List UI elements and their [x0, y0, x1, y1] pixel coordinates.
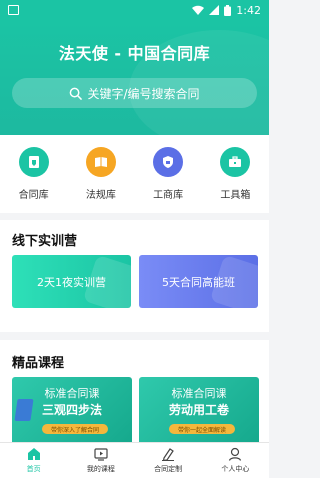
status-time: 1:42 [236, 3, 261, 17]
quick-link-regulations[interactable]: 法规库 [67, 135, 134, 213]
search-input[interactable]: 关键字/编号搜索合同 [12, 78, 257, 108]
signal-icon [209, 5, 220, 15]
quick-link-label: 工具箱 [220, 190, 251, 201]
training-card[interactable]: 5天合同高能班 [139, 255, 258, 308]
tab-contract-custom[interactable]: 合同定制 [135, 443, 202, 478]
book-icon [85, 147, 116, 177]
course-card[interactable]: 标准合同课 劳动用工卷 带你一起全面解读 [139, 377, 259, 442]
training-section: 线下实训营 2天1夜实训营 5天合同高能班 [0, 220, 269, 332]
course-tag: 带你一起全面解读 [169, 424, 235, 434]
toolbox-icon [220, 147, 251, 177]
course-card[interactable]: 标准合同课 三观四步法 带你深入了解合同 [12, 377, 132, 442]
quick-link-business[interactable]: 工商库 [135, 135, 202, 213]
course-line1: 标准合同课 [171, 387, 227, 400]
course-tag: 带你深入了解合同 [42, 424, 108, 434]
app-title: 法天使 - 中国合同库 [58, 44, 211, 63]
training-card[interactable]: 2天1夜实训营 [12, 255, 131, 308]
section-title: 线下实训营 [12, 234, 78, 249]
training-card-label: 5天合同高能班 [162, 275, 235, 289]
section-title: 精品课程 [12, 356, 65, 371]
course-line1: 标准合同课 [44, 387, 100, 400]
quick-link-label: 法规库 [85, 190, 116, 201]
bottom-tab-bar: 首页 我的课程 合同定制 个人中心 [0, 442, 269, 478]
home-icon [27, 448, 40, 460]
search-icon [70, 87, 83, 100]
search-placeholder: 关键字/编号搜索合同 [87, 86, 200, 101]
tab-label: 合同定制 [154, 465, 183, 473]
tab-label: 个人中心 [221, 465, 250, 473]
tab-profile[interactable]: 个人中心 [202, 443, 269, 478]
quick-link-contracts[interactable]: 合同库 [0, 135, 67, 213]
quick-link-toolbox[interactable]: 工具箱 [202, 135, 269, 213]
course-line2: 三观四步法 [41, 403, 102, 417]
pen-icon [162, 448, 175, 461]
courses-section: 精品课程 标准合同课 三观四步法 带你深入了解合同 标准合同课 劳动用工卷 带你… [0, 340, 269, 442]
contract-icon [18, 147, 49, 177]
quick-links: 合同库 法规库 工商库 工具箱 [0, 135, 269, 213]
training-card-label: 2天1夜实训营 [37, 275, 106, 289]
play-icon [94, 448, 108, 461]
shield-icon [153, 147, 184, 177]
tab-home[interactable]: 首页 [0, 443, 67, 478]
battery-icon [224, 4, 232, 16]
wifi-icon [192, 5, 205, 15]
course-line2: 劳动用工卷 [168, 403, 229, 417]
tab-label: 我的课程 [86, 465, 115, 473]
header: 法天使 - 中国合同库 关键字/编号搜索合同 [0, 20, 269, 135]
quick-link-label: 工商库 [153, 190, 184, 201]
notification-icon [8, 5, 19, 15]
tab-my-courses[interactable]: 我的课程 [67, 443, 134, 478]
quick-link-label: 合同库 [18, 190, 49, 201]
tab-label: 首页 [26, 465, 41, 473]
status-bar: 1:42 [0, 0, 269, 20]
user-icon [229, 447, 242, 461]
